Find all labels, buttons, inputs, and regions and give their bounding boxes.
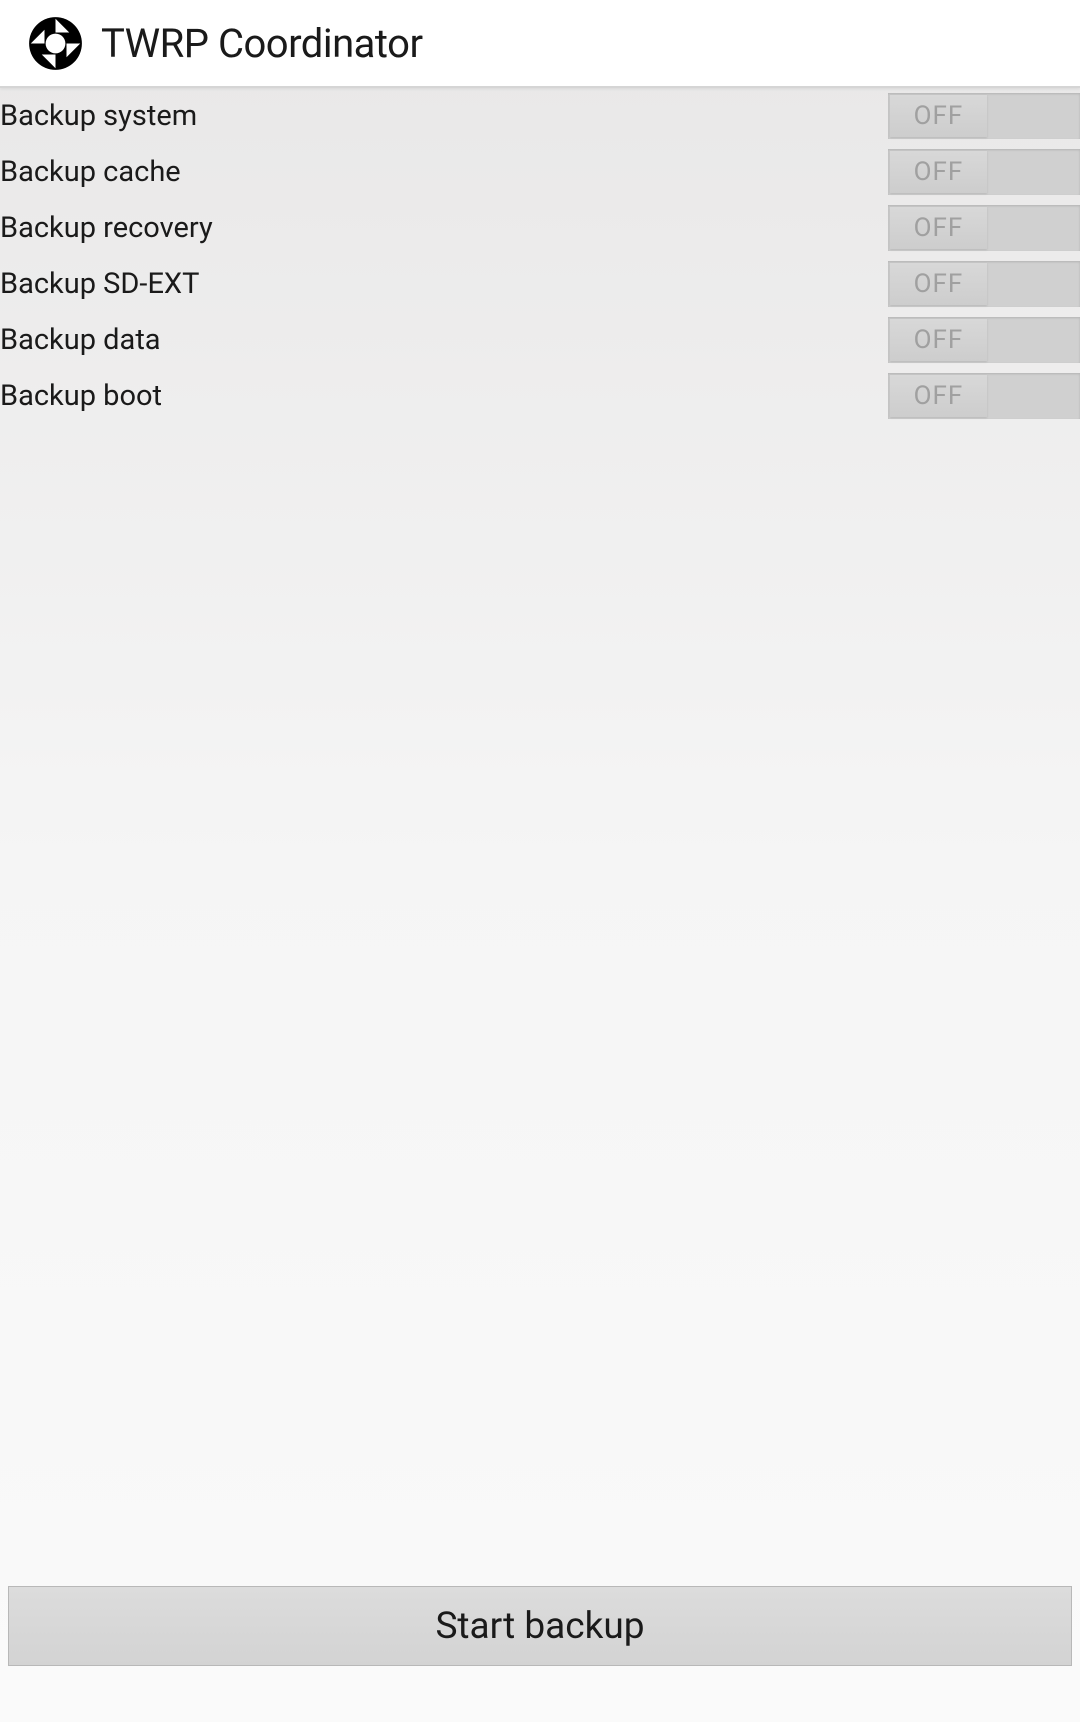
toggle-thumb: OFF: [890, 207, 987, 249]
toggle-backup-boot[interactable]: OFF: [888, 373, 1080, 419]
toggle-thumb: OFF: [890, 375, 987, 417]
toggle-thumb: OFF: [890, 319, 987, 361]
content-area: Backup system OFF Backup cache OFF Backu…: [0, 88, 1080, 1576]
toggle-backup-cache[interactable]: OFF: [888, 149, 1080, 195]
option-label: Backup recovery: [0, 211, 213, 245]
app-title: TWRP Coordinator: [101, 20, 423, 67]
toggle-state-label: OFF: [914, 157, 964, 187]
option-backup-boot: Backup boot OFF: [0, 368, 1080, 424]
option-label: Backup data: [0, 323, 161, 357]
option-backup-data: Backup data OFF: [0, 312, 1080, 368]
toggle-thumb: OFF: [890, 263, 987, 305]
toggle-backup-sdext[interactable]: OFF: [888, 261, 1080, 307]
toggle-state-label: OFF: [914, 269, 964, 299]
option-backup-cache: Backup cache OFF: [0, 144, 1080, 200]
option-backup-recovery: Backup recovery OFF: [0, 200, 1080, 256]
toggle-backup-recovery[interactable]: OFF: [888, 205, 1080, 251]
toggle-state-label: OFF: [914, 325, 964, 355]
option-label: Backup boot: [0, 379, 162, 413]
toggle-thumb: OFF: [890, 151, 987, 193]
app-header: TWRP Coordinator: [0, 0, 1080, 88]
options-list: Backup system OFF Backup cache OFF Backu…: [0, 88, 1080, 424]
toggle-state-label: OFF: [914, 101, 964, 131]
option-label: Backup SD-EXT: [0, 267, 199, 301]
option-label: Backup cache: [0, 155, 181, 189]
toggle-state-label: OFF: [914, 381, 964, 411]
option-backup-system: Backup system OFF: [0, 88, 1080, 144]
option-label: Backup system: [0, 99, 197, 133]
toggle-state-label: OFF: [914, 213, 964, 243]
option-backup-sdext: Backup SD-EXT OFF: [0, 256, 1080, 312]
twrp-icon: [28, 16, 83, 71]
start-backup-button[interactable]: Start backup: [8, 1586, 1072, 1666]
toggle-backup-system[interactable]: OFF: [888, 93, 1080, 139]
footer-area: Start backup: [0, 1576, 1080, 1722]
toggle-thumb: OFF: [890, 95, 987, 137]
toggle-backup-data[interactable]: OFF: [888, 317, 1080, 363]
